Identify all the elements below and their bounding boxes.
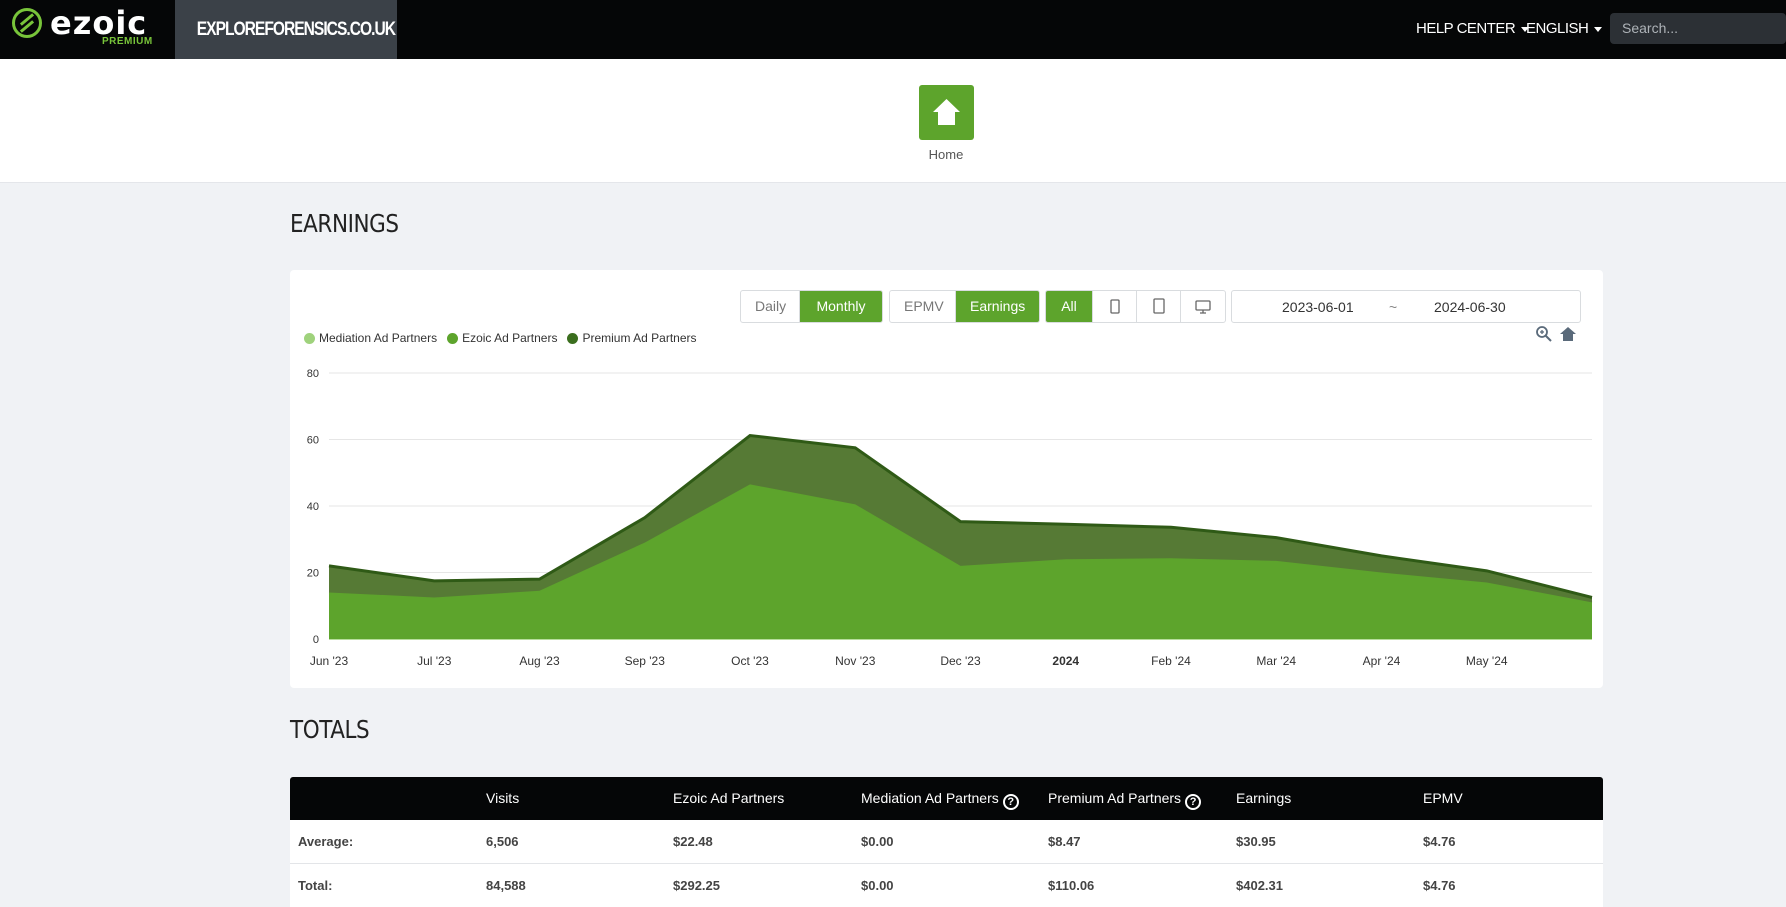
x-tick-label: May '24 (1466, 654, 1508, 668)
x-tick-label: Aug '23 (519, 654, 560, 668)
table-cell: 84,588 (486, 878, 526, 893)
site-selector[interactable]: EXPLOREFORENSICS.CO.UK (175, 0, 397, 59)
site-name: EXPLOREFORENSICS.CO.UK (196, 19, 396, 40)
row-label: Total: (298, 878, 333, 893)
x-tick-label: 2024 (1052, 654, 1079, 668)
table-cell: $402.31 (1236, 878, 1283, 893)
x-tick-label: Dec '23 (940, 654, 981, 668)
x-tick-label: Jun '23 (310, 654, 349, 668)
table-cell: $4.76 (1423, 834, 1456, 849)
help-center-menu[interactable]: HELP CENTER (1416, 0, 1530, 59)
table-cell: $110.06 (1048, 878, 1095, 893)
column-header-premium: Premium Ad Partners? (1048, 777, 1202, 820)
language-label: ENGLISH (1526, 20, 1589, 37)
table-cell: $22.48 (673, 834, 713, 849)
home-button[interactable] (919, 85, 974, 140)
table-cell: $292.25 (673, 878, 720, 893)
search-input[interactable] (1610, 13, 1786, 44)
table-cell: $4.76 (1423, 878, 1456, 893)
earnings-chart-card: Daily Monthly EPMV Earnings All 2023-06-… (290, 270, 1603, 688)
totals-table: Visits Ezoic Ad Partners Mediation Ad Pa… (290, 777, 1603, 907)
column-header-visits: Visits (486, 790, 520, 806)
home-label: Home (928, 147, 964, 162)
x-tick-label: Jul '23 (417, 654, 452, 668)
column-header-label: Premium Ad Partners (1048, 790, 1182, 806)
table-header: Visits Ezoic Ad Partners Mediation Ad Pa… (290, 777, 1603, 820)
column-header-earnings: Earnings (1236, 790, 1292, 806)
earnings-title: EARNINGS (290, 209, 399, 238)
x-tick-label: Mar '24 (1256, 654, 1296, 668)
logo-subtitle: PREMIUM (102, 36, 153, 47)
column-header-label: Mediation Ad Partners (861, 790, 999, 806)
x-tick-label: Sep '23 (625, 654, 666, 668)
help-center-label: HELP CENTER (1416, 20, 1516, 37)
column-header-epmv: EPMV (1423, 790, 1463, 806)
table-cell: $0.00 (861, 878, 894, 893)
x-tick-label: Nov '23 (835, 654, 876, 668)
column-header-ezoic: Ezoic Ad Partners (673, 790, 785, 806)
table-cell: $0.00 (861, 834, 894, 849)
chevron-down-icon (1594, 26, 1603, 32)
home-band: Home (0, 59, 1786, 183)
language-menu[interactable]: ENGLISH (1526, 0, 1603, 59)
y-tick-label: 0 (313, 634, 319, 646)
totals-title: TOTALS (290, 715, 370, 744)
y-tick-label: 40 (307, 501, 319, 513)
ezoic-logo-icon (12, 8, 42, 38)
x-tick-label: Apr '24 (1363, 654, 1401, 668)
row-label: Average: (298, 834, 354, 849)
table-cell: $30.95 (1236, 834, 1276, 849)
help-icon[interactable]: ? (1185, 794, 1202, 810)
x-tick-label: Feb '24 (1151, 654, 1191, 668)
column-header-mediation: Mediation Ad Partners? (861, 777, 1019, 820)
y-tick-label: 80 (307, 368, 319, 380)
top-navbar: ezoic PREMIUM EXPLOREFORENSICS.CO.UK HEL… (0, 0, 1786, 59)
x-tick-label: Oct '23 (731, 654, 769, 668)
y-tick-label: 20 (307, 568, 319, 580)
table-cell: $8.47 (1048, 834, 1081, 849)
table-row: Total: 84,588 $292.25 $0.00 $110.06 $402… (290, 864, 1603, 907)
help-icon[interactable]: ? (1002, 794, 1019, 810)
table-row: Average: 6,506 $22.48 $0.00 $8.47 $30.95… (290, 820, 1603, 864)
earnings-area-chart: 0 20 40 60 80 Jun '23 Jul '23 Aug '23 Sep '23 Oct… (307, 368, 1593, 668)
y-tick-label: 60 (307, 435, 319, 447)
home-icon (933, 99, 960, 125)
table-cell: 6,506 (486, 834, 519, 849)
ezoic-logo[interactable]: ezoic PREMIUM (12, 4, 162, 50)
